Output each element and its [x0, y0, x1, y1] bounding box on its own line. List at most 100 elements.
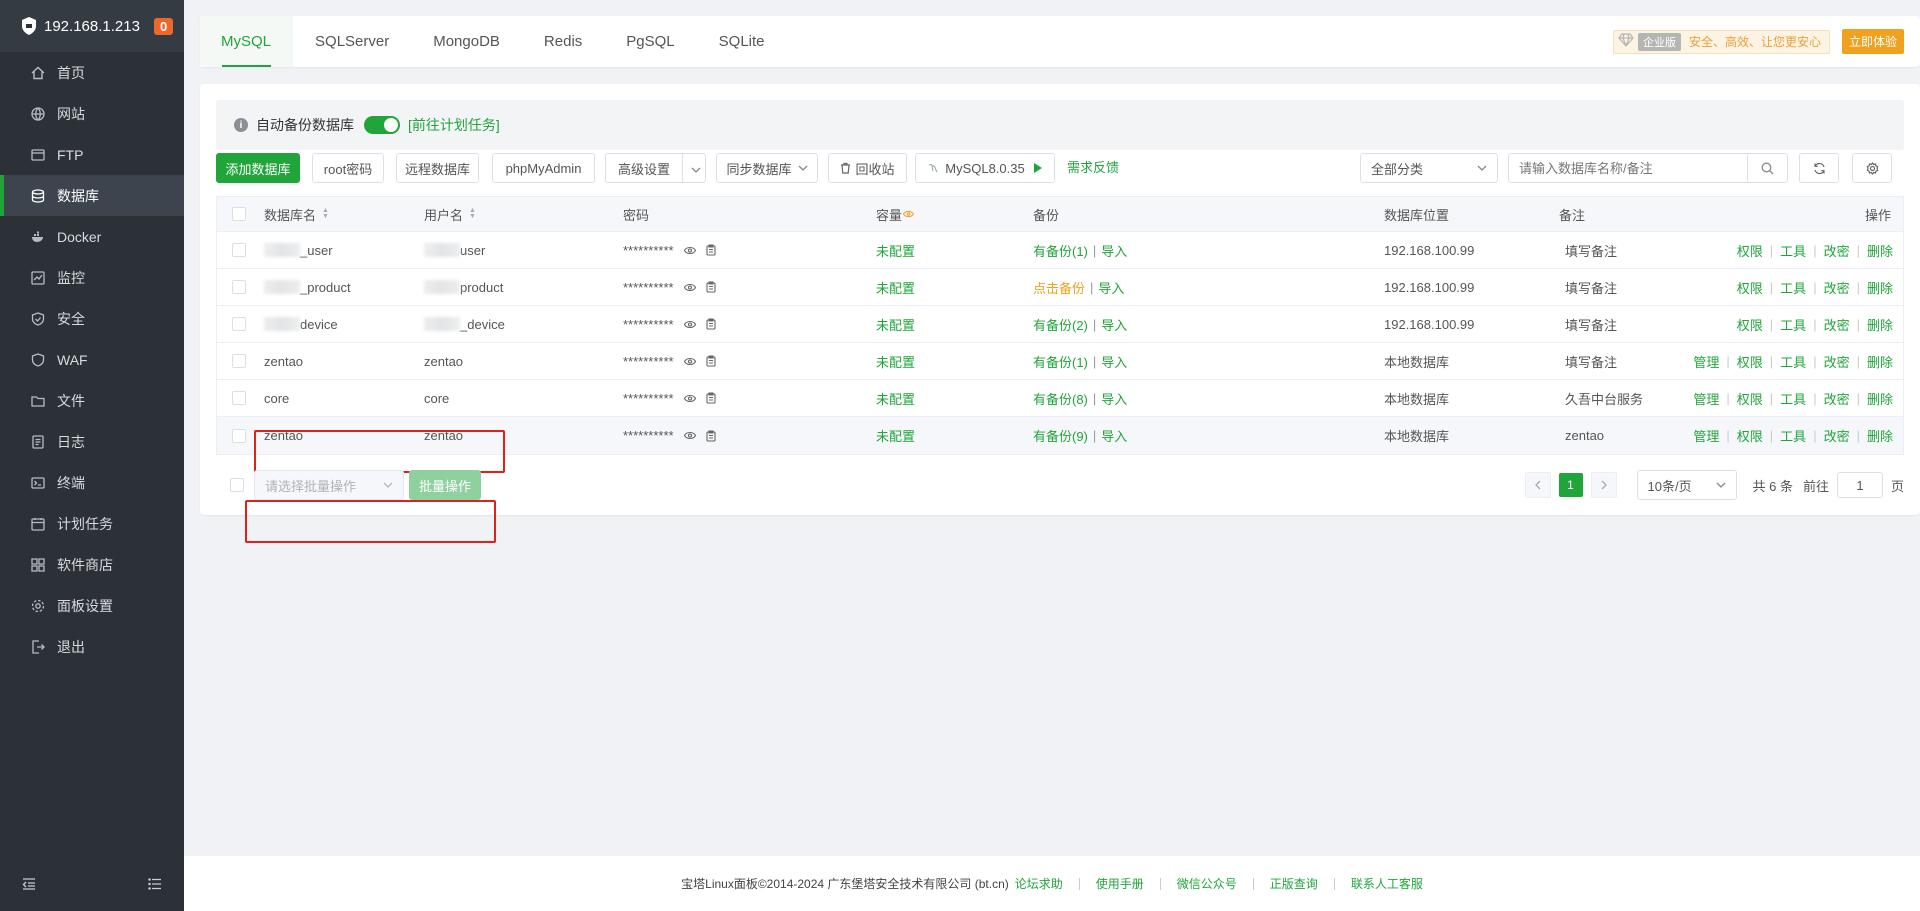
- backup-link[interactable]: 有备份(1): [1033, 352, 1088, 371]
- footer-link-manual[interactable]: 使用手册: [1096, 875, 1144, 892]
- op-link[interactable]: 权限: [1737, 278, 1763, 297]
- db-remark[interactable]: 填写备注: [1565, 343, 1617, 379]
- copy-icon[interactable]: [706, 244, 716, 256]
- db-capacity[interactable]: 未配置: [876, 417, 915, 454]
- sidebar-item-logout[interactable]: 退出: [0, 626, 184, 667]
- import-link[interactable]: 导入: [1098, 278, 1124, 297]
- refresh-button[interactable]: [1799, 153, 1839, 183]
- sidebar-item-monitor[interactable]: 监控: [0, 257, 184, 298]
- op-link[interactable]: 工具: [1780, 315, 1806, 334]
- import-link[interactable]: 导入: [1101, 389, 1127, 408]
- op-link[interactable]: 工具: [1780, 389, 1806, 408]
- category-select[interactable]: 全部分类: [1360, 153, 1498, 183]
- sidebar-item-logs[interactable]: 日志: [0, 421, 184, 462]
- recycle-bin-button[interactable]: 回收站: [828, 153, 907, 183]
- db-capacity[interactable]: 未配置: [876, 380, 915, 416]
- op-link[interactable]: 改密: [1824, 426, 1850, 445]
- backup-link[interactable]: 有备份(9): [1033, 426, 1088, 445]
- sidebar-item-files[interactable]: 文件: [0, 380, 184, 421]
- goto-cron-link[interactable]: [前往计划任务]: [408, 115, 500, 135]
- advanced-settings-dropdown[interactable]: 高级设置: [605, 153, 706, 183]
- op-link[interactable]: 删除: [1867, 352, 1893, 371]
- op-link[interactable]: 工具: [1780, 278, 1806, 297]
- db-capacity[interactable]: 未配置: [876, 269, 915, 305]
- header-name[interactable]: 数据库名 ▲ ▼: [264, 197, 329, 231]
- try-now-button[interactable]: 立即体验: [1841, 29, 1904, 54]
- op-link[interactable]: 改密: [1824, 315, 1850, 334]
- op-link[interactable]: 改密: [1824, 389, 1850, 408]
- menu-list-icon[interactable]: [148, 877, 162, 894]
- eye-icon[interactable]: [683, 320, 696, 329]
- db-remark[interactable]: 填写备注: [1565, 232, 1617, 268]
- tab-redis[interactable]: Redis: [522, 16, 604, 67]
- op-link[interactable]: 权限: [1737, 389, 1763, 408]
- prev-page-button[interactable]: [1524, 472, 1551, 498]
- eye-icon[interactable]: [683, 431, 696, 440]
- row-checkbox[interactable]: [232, 243, 246, 257]
- tab-pgsql[interactable]: PgSQL: [604, 16, 696, 67]
- sidebar-item-home[interactable]: 首页: [0, 52, 184, 93]
- sidebar-item-terminal[interactable]: 终端: [0, 462, 184, 503]
- op-link[interactable]: 删除: [1867, 426, 1893, 445]
- op-link[interactable]: 改密: [1824, 241, 1850, 260]
- backup-link[interactable]: 点击备份: [1033, 278, 1085, 297]
- op-link[interactable]: 删除: [1867, 315, 1893, 334]
- sidebar-item-waf[interactable]: WAF: [0, 339, 184, 380]
- sidebar-item-store[interactable]: 软件商店: [0, 544, 184, 585]
- import-link[interactable]: 导入: [1101, 352, 1127, 371]
- row-checkbox[interactable]: [232, 317, 246, 331]
- op-link[interactable]: 删除: [1867, 278, 1893, 297]
- db-capacity[interactable]: 未配置: [876, 306, 915, 342]
- eye-icon[interactable]: [683, 283, 696, 292]
- next-page-button[interactable]: [1590, 472, 1617, 498]
- tab-mysql[interactable]: MySQL: [200, 16, 294, 67]
- backup-link[interactable]: 有备份(1): [1033, 241, 1088, 260]
- import-link[interactable]: 导入: [1101, 241, 1127, 260]
- op-link[interactable]: 权限: [1737, 352, 1763, 371]
- page-size-select[interactable]: 10条/页: [1636, 470, 1737, 500]
- sidebar-item-cron[interactable]: 计划任务: [0, 503, 184, 544]
- import-link[interactable]: 导入: [1101, 315, 1127, 334]
- settings-button[interactable]: [1852, 153, 1892, 183]
- remote-database-button[interactable]: 远程数据库: [396, 153, 479, 183]
- op-link[interactable]: 管理: [1693, 426, 1719, 445]
- mysql-version-button[interactable]: MySQL8.0.35: [915, 153, 1055, 183]
- eye-icon[interactable]: [683, 357, 696, 366]
- root-password-button[interactable]: root密码: [312, 153, 384, 183]
- copy-icon[interactable]: [706, 355, 716, 367]
- sync-database-dropdown[interactable]: 同步数据库: [716, 153, 818, 183]
- batch-select-checkbox[interactable]: [230, 478, 244, 492]
- op-link[interactable]: 改密: [1824, 278, 1850, 297]
- op-link[interactable]: 删除: [1867, 389, 1893, 408]
- tab-mongodb[interactable]: MongoDB: [411, 16, 522, 67]
- header-user[interactable]: 用户名 ▲ ▼: [424, 197, 476, 231]
- backup-link[interactable]: 有备份(8): [1033, 389, 1088, 408]
- sidebar-item-database[interactable]: 数据库: [0, 175, 184, 216]
- row-checkbox[interactable]: [232, 280, 246, 294]
- db-capacity[interactable]: 未配置: [876, 232, 915, 268]
- import-link[interactable]: 导入: [1101, 426, 1127, 445]
- tab-sqlite[interactable]: SQLite: [697, 16, 787, 67]
- db-remark[interactable]: zentao: [1565, 417, 1604, 454]
- tab-sqlserver[interactable]: SQLServer: [293, 16, 411, 67]
- batch-operation-button[interactable]: 批量操作: [409, 470, 481, 500]
- sidebar-item-ftp[interactable]: FTP: [0, 134, 184, 175]
- backup-link[interactable]: 有备份(2): [1033, 315, 1088, 334]
- footer-link-support[interactable]: 联系人工客服: [1351, 875, 1423, 892]
- op-link[interactable]: 权限: [1737, 426, 1763, 445]
- add-database-button[interactable]: 添加数据库: [216, 153, 300, 183]
- row-checkbox[interactable]: [232, 428, 246, 443]
- eye-icon[interactable]: [683, 394, 696, 403]
- db-remark[interactable]: 填写备注: [1565, 306, 1617, 342]
- eye-icon[interactable]: [683, 246, 696, 255]
- row-checkbox[interactable]: [232, 391, 246, 405]
- sidebar-item-security[interactable]: 安全: [0, 298, 184, 339]
- op-link[interactable]: 删除: [1867, 241, 1893, 260]
- search-button[interactable]: [1748, 153, 1788, 183]
- copy-icon[interactable]: [706, 392, 716, 404]
- db-capacity[interactable]: 未配置: [876, 343, 915, 379]
- row-checkbox[interactable]: [232, 354, 246, 368]
- op-link[interactable]: 工具: [1780, 241, 1806, 260]
- sidebar-item-settings[interactable]: 面板设置: [0, 585, 184, 626]
- eye-icon[interactable]: [903, 210, 915, 218]
